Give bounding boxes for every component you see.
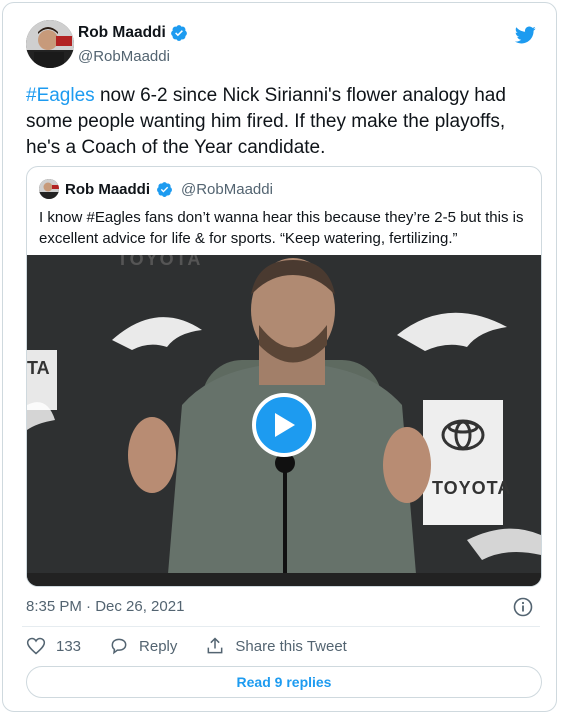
twitter-bird-icon[interactable] bbox=[512, 24, 538, 46]
read-replies-button[interactable]: Read 9 replies bbox=[26, 666, 542, 698]
tweet-card: Rob Maaddi @RobMaaddi #Eagles now 6-2 si… bbox=[2, 2, 557, 712]
action-bar: 133 Reply Share this Tweet bbox=[26, 636, 375, 656]
verified-badge-icon bbox=[157, 181, 172, 197]
sponsor-word-right: TOYOTA bbox=[432, 478, 512, 498]
reply-button[interactable]: Reply bbox=[109, 636, 177, 656]
tweet-timestamp[interactable]: 8:35 PM · Dec 26, 2021 bbox=[26, 598, 184, 615]
divider bbox=[22, 626, 540, 627]
tweet-text: #Eagles now 6-2 since Nick Sirianni's fl… bbox=[26, 83, 536, 161]
quoted-tweet-text: I know #Eagles fans don’t wanna hear thi… bbox=[39, 209, 524, 247]
play-icon bbox=[275, 413, 295, 437]
reply-label: Reply bbox=[139, 637, 178, 655]
author-name[interactable]: Rob Maaddi bbox=[78, 24, 166, 42]
video-player[interactable]: TOYOTA TA TOYOTA bbox=[27, 255, 541, 586]
quoted-author-handle: @RobMaaddi bbox=[181, 180, 273, 198]
play-button[interactable] bbox=[252, 393, 316, 457]
author-handle[interactable]: @RobMaaddi bbox=[78, 48, 170, 65]
avatar[interactable] bbox=[26, 20, 74, 68]
heart-icon bbox=[26, 637, 46, 655]
verified-badge-icon bbox=[170, 25, 187, 41]
reply-bubble-icon bbox=[111, 638, 127, 655]
share-button[interactable]: Share this Tweet bbox=[205, 636, 347, 656]
like-count: 133 bbox=[56, 637, 82, 655]
sponsor-word-left: TA bbox=[27, 358, 50, 378]
hashtag-link[interactable]: #Eagles bbox=[26, 85, 95, 106]
tweet-header: Rob Maaddi @RobMaaddi bbox=[22, 20, 542, 76]
tweet-body: now 6-2 since Nick Sirianni's flower ana… bbox=[26, 85, 506, 158]
info-icon[interactable] bbox=[513, 597, 533, 617]
share-label: Share this Tweet bbox=[235, 637, 347, 655]
share-icon bbox=[207, 637, 223, 654]
sponsor-word-top: TOYOTA bbox=[117, 255, 203, 269]
quoted-author-name: Rob Maaddi bbox=[65, 180, 150, 198]
like-button[interactable]: 133 bbox=[26, 636, 81, 656]
quoted-tweet[interactable]: Rob Maaddi @RobMaaddi I know #Eagles fan… bbox=[26, 166, 542, 587]
quoted-avatar bbox=[39, 179, 59, 199]
